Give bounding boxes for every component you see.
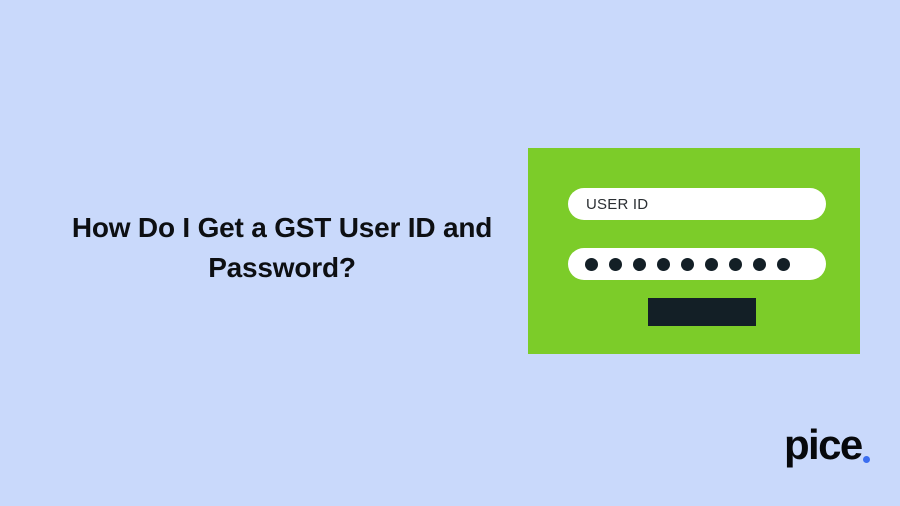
pice-logo: pice bbox=[784, 424, 870, 466]
password-dot bbox=[777, 257, 790, 271]
password-input[interactable] bbox=[568, 248, 826, 280]
password-dot bbox=[609, 257, 622, 271]
password-dot bbox=[657, 257, 670, 271]
password-dot bbox=[753, 257, 766, 271]
password-dot bbox=[633, 257, 646, 271]
page-title-line-1: How Do I Get a GST User ID and bbox=[71, 212, 493, 243]
pice-logo-dot-icon bbox=[862, 456, 870, 463]
password-dot bbox=[585, 257, 598, 271]
password-masked-dots bbox=[585, 257, 790, 271]
pice-logo-wordmark: pice bbox=[784, 421, 863, 468]
user-id-input-value: USER ID bbox=[586, 195, 649, 213]
page-title: How Do I Get a GST User ID and Password? bbox=[36, 208, 528, 288]
user-id-input[interactable]: USER ID bbox=[568, 188, 826, 220]
submit-button[interactable] bbox=[648, 298, 756, 326]
slide-canvas: How Do I Get a GST User ID and Password?… bbox=[0, 0, 900, 506]
login-card-illustration: USER ID bbox=[528, 148, 860, 354]
page-title-line-2: Password? bbox=[208, 251, 356, 283]
password-dot bbox=[705, 257, 718, 271]
password-dot bbox=[729, 257, 742, 271]
password-dot bbox=[681, 257, 694, 271]
